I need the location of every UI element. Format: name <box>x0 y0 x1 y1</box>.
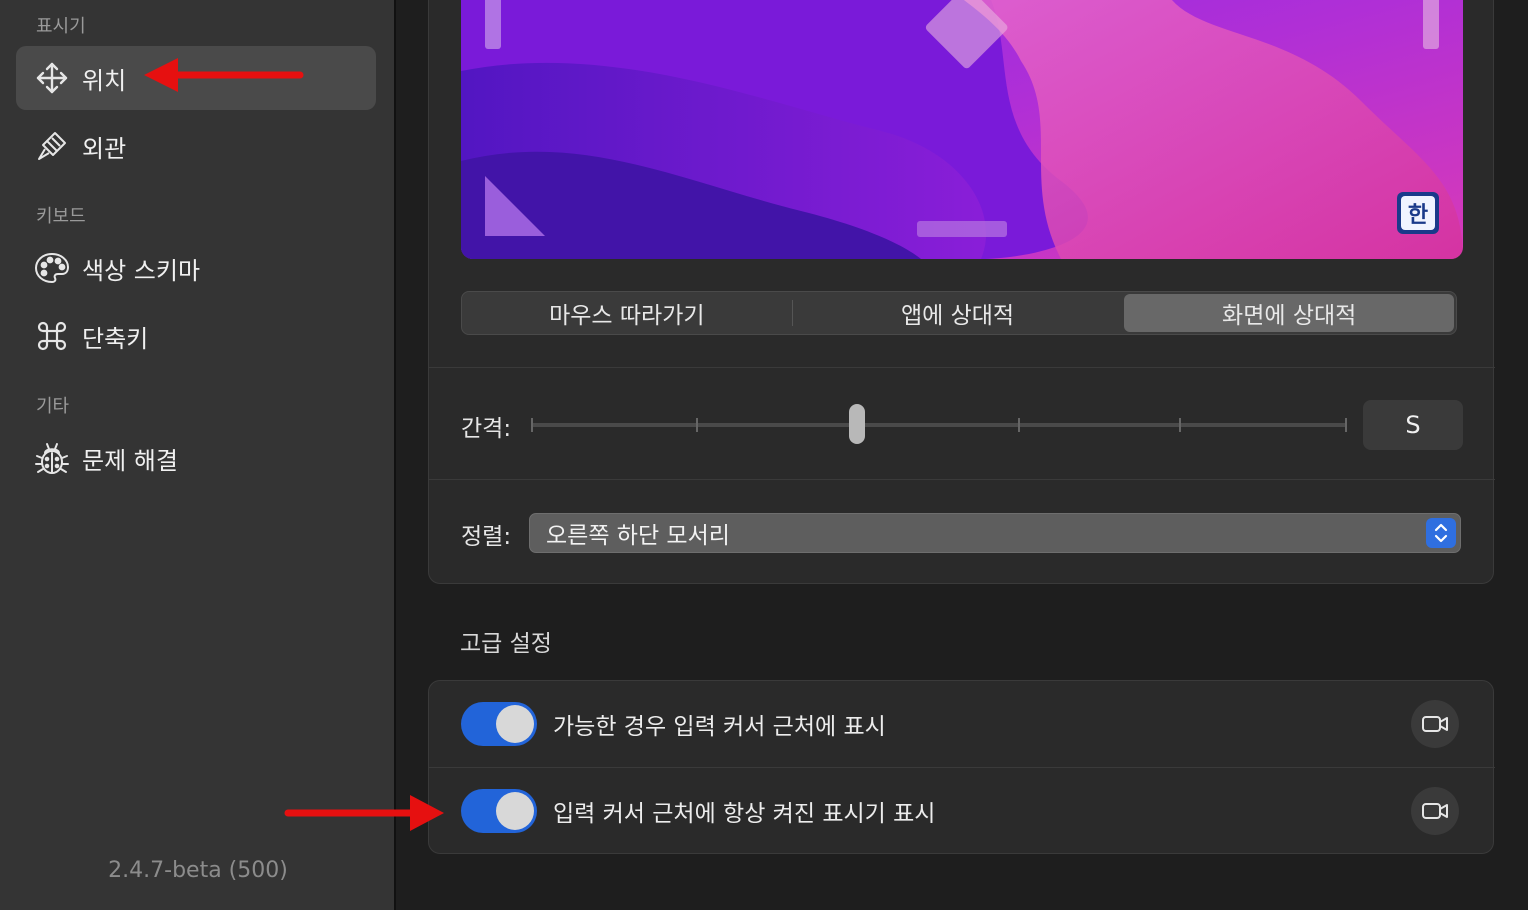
app-version: 2.4.7-beta (500) <box>0 858 396 883</box>
divider <box>429 367 1495 368</box>
toggle-row-always-on: 입력 커서 근처에 항상 켜진 표시기 표시 <box>429 768 1495 854</box>
advanced-settings-card: 가능한 경우 입력 커서 근처에 표시 입력 커서 근처에 항상 켜진 표시기 … <box>428 680 1494 854</box>
annotation-arrow-icon <box>284 792 448 834</box>
spacing-size-value: S <box>1363 400 1463 450</box>
spacing-slider-track[interactable] <box>531 423 1347 427</box>
sidebar-item-label: 색상 스키마 <box>82 251 200 286</box>
video-camera-icon <box>1421 801 1449 821</box>
wallpaper-preview-image <box>461 0 1463 259</box>
slider-tick <box>1018 418 1020 432</box>
segment-relative-to-app[interactable]: 앱에 상대적 <box>793 292 1123 334</box>
alignment-label: 정렬: <box>461 517 511 551</box>
divider <box>429 479 1495 480</box>
alignment-select-value: 오른쪽 하단 모서리 <box>546 516 730 550</box>
slider-tick <box>1179 418 1181 432</box>
sidebar-item-color-scheme[interactable]: 색상 스키마 <box>16 236 376 300</box>
segment-relative-to-screen[interactable]: 화면에 상대적 <box>1124 294 1454 332</box>
slider-tick <box>696 418 698 432</box>
sidebar-item-troubleshooting[interactable]: 문제 해결 <box>16 426 376 490</box>
toggle-knob <box>496 792 534 830</box>
section-label-other: 기타 <box>36 392 69 418</box>
video-demo-button[interactable] <box>1411 787 1459 835</box>
up-down-chevron-icon <box>1426 518 1456 548</box>
spacing-label: 간격: <box>461 409 511 443</box>
paintbrush-icon <box>34 128 70 164</box>
advanced-settings-title: 고급 설정 <box>460 624 552 658</box>
video-demo-button[interactable] <box>1411 700 1459 748</box>
sidebar-item-label: 외관 <box>82 129 126 164</box>
alignment-select[interactable]: 오른쪽 하단 모서리 <box>529 513 1461 553</box>
position-mode-segmented-control[interactable]: 마우스 따라가기 앱에 상대적 화면에 상대적 <box>461 291 1457 335</box>
sidebar-item-label: 단축키 <box>82 319 148 354</box>
sidebar-item-label: 위치 <box>82 61 126 96</box>
section-label-indicator: 표시기 <box>36 12 86 38</box>
position-settings-card: 한 마우스 따라가기 앱에 상대적 화면에 상대적 간격: S 정렬: 오른쪽 … <box>428 0 1494 584</box>
sidebar-item-appearance[interactable]: 외관 <box>16 114 376 178</box>
sidebar-item-shortcuts[interactable]: 단축키 <box>16 304 376 368</box>
video-camera-icon <box>1421 714 1449 734</box>
slider-tick <box>1345 418 1347 432</box>
command-icon <box>34 318 70 354</box>
main-panel: 한 마우스 따라가기 앱에 상대적 화면에 상대적 간격: S 정렬: 오른쪽 … <box>398 0 1528 910</box>
always-on-indicator-toggle-label: 입력 커서 근처에 항상 켜진 표시기 표시 <box>553 794 935 828</box>
section-label-keyboard: 키보드 <box>36 202 86 228</box>
move-arrows-icon <box>34 60 70 96</box>
segment-follow-mouse[interactable]: 마우스 따라가기 <box>462 292 792 334</box>
near-cursor-toggle[interactable] <box>461 702 537 746</box>
hangul-indicator-label: 한 <box>1401 196 1435 230</box>
spacing-slider-thumb[interactable] <box>849 404 865 444</box>
toggle-row-near-cursor: 가능한 경우 입력 커서 근처에 표시 <box>429 681 1495 767</box>
sidebar: 표시기 위치 외관 키보드 <box>0 0 396 910</box>
input-source-indicator: 한 <box>1397 192 1439 234</box>
palette-icon <box>34 250 70 286</box>
annotation-arrow-icon <box>140 56 306 98</box>
bug-icon <box>34 440 70 476</box>
position-preview: 한 <box>461 0 1463 259</box>
slider-tick <box>531 418 533 432</box>
toggle-knob <box>496 705 534 743</box>
sidebar-item-label: 문제 해결 <box>82 441 178 476</box>
always-on-indicator-toggle[interactable] <box>461 789 537 833</box>
near-cursor-toggle-label: 가능한 경우 입력 커서 근처에 표시 <box>553 707 886 741</box>
